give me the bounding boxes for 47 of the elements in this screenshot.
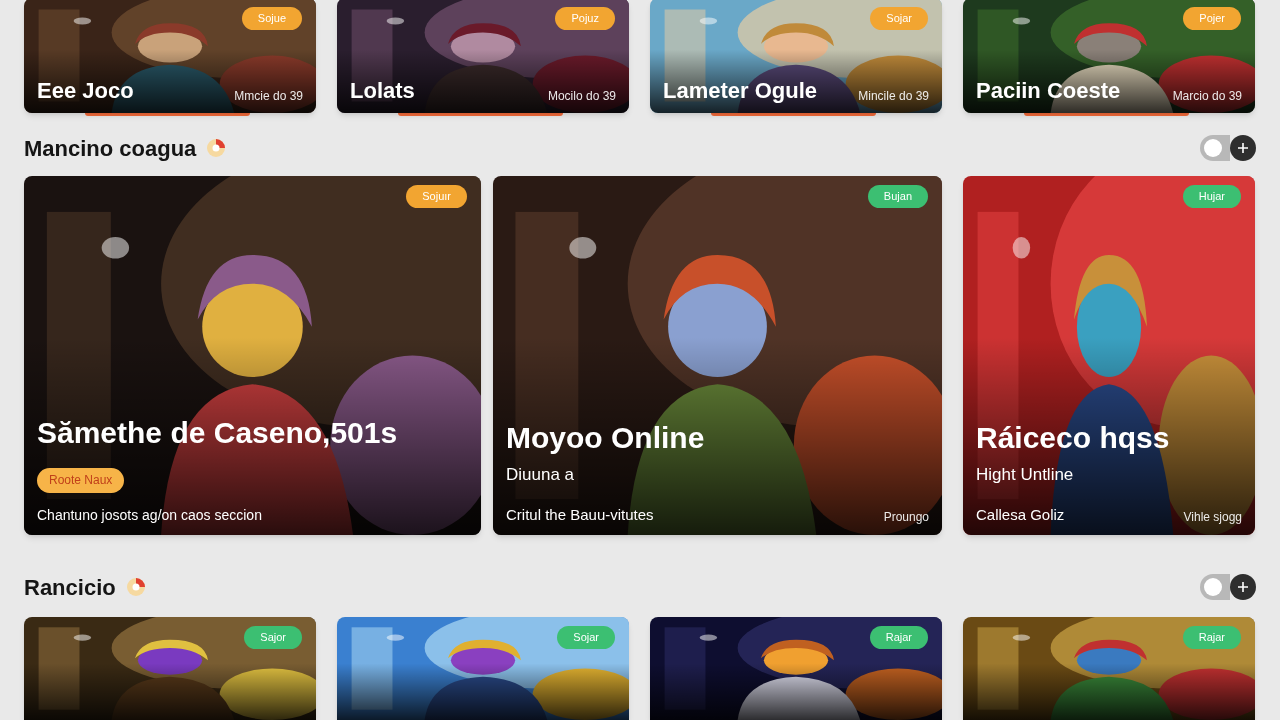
plus-icon (1237, 581, 1249, 593)
game-subtitle: Hight Untline (976, 464, 1075, 486)
game-card[interactable]: Sojuır Sămethe de Caseno,501s Roote Naux Chantuno josots ag/on caos seccion (24, 176, 481, 535)
badge: Hujar (1182, 185, 1241, 208)
game-card[interactable]: Sojue Eee Joco Mmcie do 39 (24, 0, 316, 113)
game-card[interactable]: Pojer Paciin Coeste Marcio do 39 (963, 0, 1255, 113)
badge: Sojue (241, 7, 302, 30)
chip-icon (206, 138, 227, 158)
badge: Pojuz (555, 7, 615, 30)
game-meta: Mincile do 39 (858, 88, 929, 105)
badge: Rajar (1182, 626, 1241, 649)
game-title: Moyoo Online (506, 420, 706, 456)
game-meta: Proungo (883, 509, 929, 526)
chip-icon (125, 577, 146, 597)
game-info: Critul the Bauu-vitutes (506, 504, 654, 525)
game-card[interactable]: Pojuz Lolats Mocilo do 39 (337, 0, 629, 113)
game-info: Callesa Goliz (976, 504, 1065, 525)
badge: Bujan (867, 185, 928, 208)
game-description: Chantuno josots ag/on caos seccion (37, 506, 263, 525)
game-title: Lolats (350, 77, 415, 105)
add-button[interactable] (1230, 574, 1256, 600)
game-subtitle: Diuuna a (506, 464, 576, 486)
game-card[interactable]: Sojar Lameter Ogule Mincile do 39 (650, 0, 942, 113)
game-title: Sămethe de Caseno,501s (37, 415, 399, 451)
game-title: Lameter Ogule (663, 77, 818, 105)
badge: Rajar (869, 626, 928, 649)
game-meta: Marcio do 39 (1172, 88, 1242, 105)
game-card[interactable]: Hujar Ráiceco hqss Hight Untline Callesa Goliz Vihle sjogg (963, 176, 1255, 535)
game-title: Ráiceco hqss (976, 420, 1171, 456)
toggle-switch[interactable] (1200, 135, 1230, 161)
badge: Sojuır (406, 185, 467, 208)
badge: Sojar (557, 626, 615, 649)
game-card[interactable]: Bujan Moyoo Online Diuuna a Critul the Bauu-vitutes Proungo (493, 176, 942, 535)
section-title: Mancino coagua (24, 134, 197, 163)
badge: Sajor (244, 626, 302, 649)
game-title: Paciin Coeste (976, 77, 1121, 105)
plus-icon (1237, 142, 1249, 154)
add-button[interactable] (1230, 135, 1256, 161)
game-meta: Mmcie do 39 (234, 88, 303, 105)
section-title: Rancicio (24, 573, 116, 602)
game-title: Eee Joco (37, 77, 134, 105)
tag-pill: Roote Naux (37, 468, 125, 493)
game-meta: Mocilo do 39 (547, 88, 616, 105)
badge: Sojar (870, 7, 928, 30)
game-meta: Vihle sjogg (1183, 509, 1242, 526)
toggle-switch[interactable] (1200, 574, 1230, 600)
badge: Pojer (1183, 7, 1241, 30)
